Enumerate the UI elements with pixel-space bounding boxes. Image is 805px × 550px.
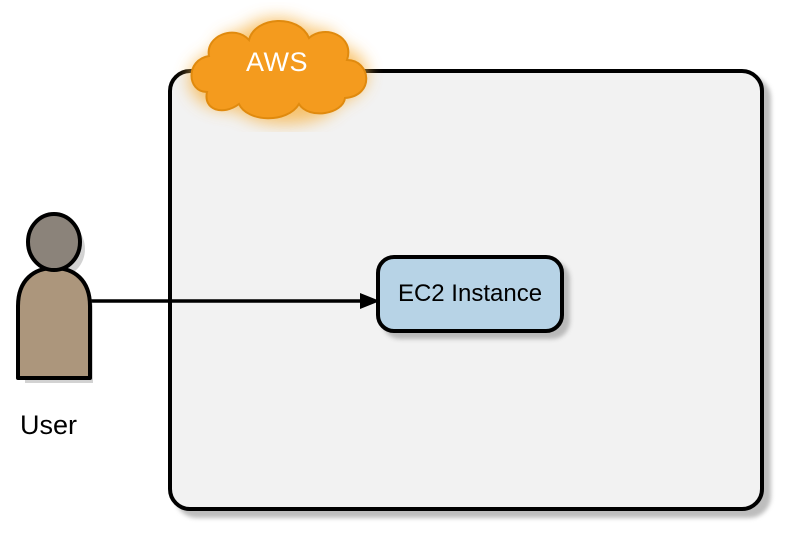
arrow-user-to-ec2 xyxy=(90,291,380,311)
ec2-instance-node: EC2 Instance xyxy=(376,255,564,333)
user-label: User xyxy=(20,410,77,441)
aws-cloud-label: AWS xyxy=(167,47,387,78)
user-icon xyxy=(8,210,103,385)
aws-cloud-icon: AWS xyxy=(167,2,387,132)
ec2-instance-label: EC2 Instance xyxy=(398,280,542,308)
architecture-diagram: EC2 Instance AWS xyxy=(0,0,805,550)
